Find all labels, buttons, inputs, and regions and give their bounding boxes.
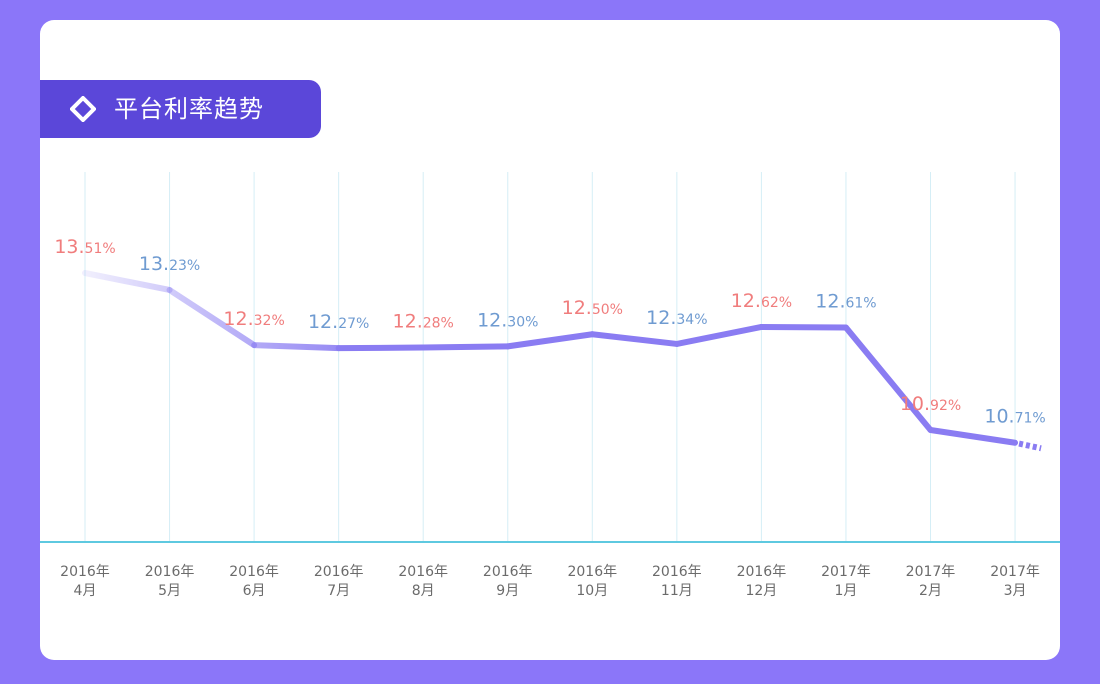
x-tick-label: 2016年 4月 <box>60 564 110 599</box>
x-tick-label: 2016年 12月 <box>737 564 787 599</box>
series-line-segment <box>82 270 173 293</box>
x-tick-label: 2017年 1月 <box>821 564 871 599</box>
x-tick-label: 2016年 5月 <box>145 564 195 599</box>
series-line-segment <box>758 323 849 331</box>
x-tick-label: 2017年 2月 <box>906 564 956 599</box>
series-line-continuation <box>1018 440 1042 452</box>
series-line-segment <box>673 323 765 347</box>
x-tick-label: 2016年 11月 <box>652 564 702 599</box>
x-tick-label: 2016年 8月 <box>398 564 448 599</box>
series-line-segment <box>504 331 596 350</box>
line-chart: 13.51%13.23%12.32% 12.27% 12.28% 12.30%12.5… <box>40 172 1060 599</box>
series-line-segment <box>927 427 1019 446</box>
x-tick-label: 2016年 6月 <box>229 564 279 599</box>
x-tick-label: 2016年 7月 <box>314 564 364 599</box>
x-tick-label: 2017年 3月 <box>990 564 1040 599</box>
chart-card: 平台利率趋势 13.51% 13.23% 12.32% 12.27% 12.28% 12.… <box>40 20 1060 660</box>
x-tick-label: 2016年 10月 <box>567 564 617 599</box>
series-line-segment <box>251 342 342 352</box>
series-line-segment <box>420 343 511 351</box>
series-line-segment <box>335 344 427 352</box>
series-line-segment <box>589 331 680 347</box>
x-tick-label: 2016年 9月 <box>483 564 533 599</box>
